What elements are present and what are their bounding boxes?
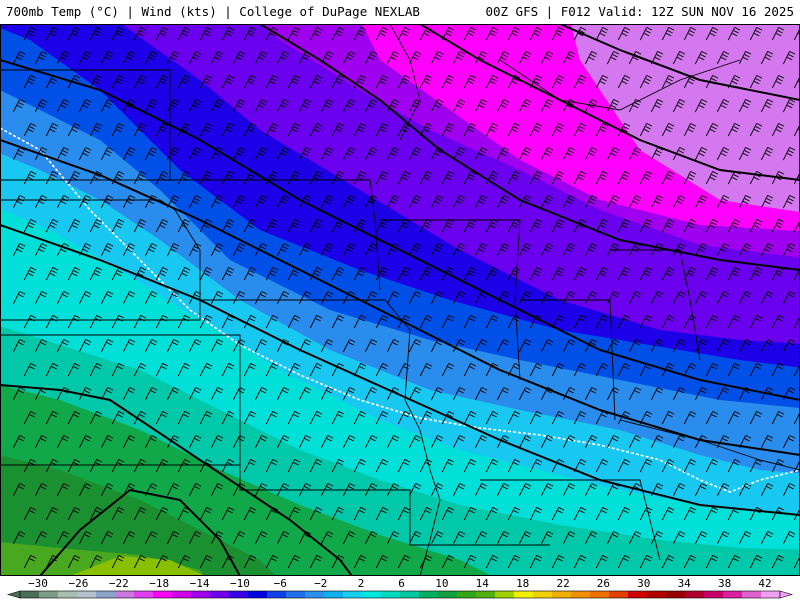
weather-map [0,24,800,576]
model-run-label: 00Z GFS | F012 Valid: 12Z SUN NOV 16 202… [485,4,794,19]
colorbar-segment [115,591,135,598]
colorbar-tick-label: 10 [435,577,448,590]
colorbar-segment [210,591,230,598]
colorbar-segment [495,591,515,598]
colorbar-segment [134,591,154,598]
colorbar-segment [324,591,344,598]
colorbar-segment [552,591,572,598]
colorbar-tick-label: −6 [274,577,287,590]
colorbar-segment [305,591,325,598]
colorbar-tick-label: 38 [718,577,731,590]
colorbar-segment [571,591,591,598]
colorbar-segment [723,591,743,598]
colorbar-segment [761,591,781,598]
colorbar-segment [381,591,401,598]
colorbar-tick-label: 34 [678,577,692,590]
colorbar-segment [58,591,78,598]
colorbar-tick-label: 2 [358,577,365,590]
colorbar-segment [191,591,211,598]
colorbar-segment [229,591,249,598]
colorbar-tick-label: 6 [398,577,405,590]
colorbar-segment [39,591,59,598]
colorbar-segment [343,591,363,598]
colorbar-tick-label: −10 [230,577,250,590]
colorbar-segment [419,591,439,598]
colorbar-tick-label: −26 [68,577,88,590]
colorbar-segment [514,591,534,598]
colorbar-segment [628,591,648,598]
colorbar-segment [742,591,762,598]
temperature-colorbar: −30 −26 −22 −18 −14 −10 −6 −2 2 6 10 14 18 22 26 30 34 38… [0,576,800,600]
map-title: 700mb Temp (°C) | Wind (kts) | College o… [6,4,420,19]
colorbar-segment [704,591,724,598]
colorbar-tick-label: −14 [190,577,210,590]
colorbar-segment [590,591,610,598]
colorbar-tick-label: 18 [516,577,529,590]
colorbar-segment [153,591,173,598]
colorbar-segment [438,591,458,598]
colorbar-tick-label: −30 [28,577,48,590]
colorbar-segment [286,591,306,598]
colorbar-segment [172,591,192,598]
colorbar-arrow-left [6,590,21,599]
colorbar-tick-label: −18 [149,577,169,590]
header-bar: 700mb Temp (°C) | Wind (kts) | College o… [0,0,800,24]
colorbar-segment [248,591,268,598]
colorbar-segment [647,591,667,598]
colorbar-segment [77,591,97,598]
colorbar-tick-label: 22 [556,577,569,590]
colorbar-segment [267,591,287,598]
colorbar-tick-label: 26 [597,577,610,590]
colorbar-segment [20,591,40,598]
colorbar-tick-label: 30 [637,577,650,590]
colorbar-segment [685,591,705,598]
colorbar-segment [362,591,382,598]
colorbar-arrow-right [779,590,794,599]
colorbar-tick-label: 42 [758,577,771,590]
colorbar-segment [609,591,629,598]
colorbar-tick-label: −2 [314,577,327,590]
colorbar-tick-label: −22 [109,577,129,590]
colorbar-segment [533,591,553,598]
colorbar-segment [666,591,686,598]
colorbar-segment [96,591,116,598]
colorbar-tick-label: 14 [476,577,490,590]
colorbar-segment [400,591,420,598]
colorbar-segment [457,591,477,598]
colorbar-segment [476,591,496,598]
